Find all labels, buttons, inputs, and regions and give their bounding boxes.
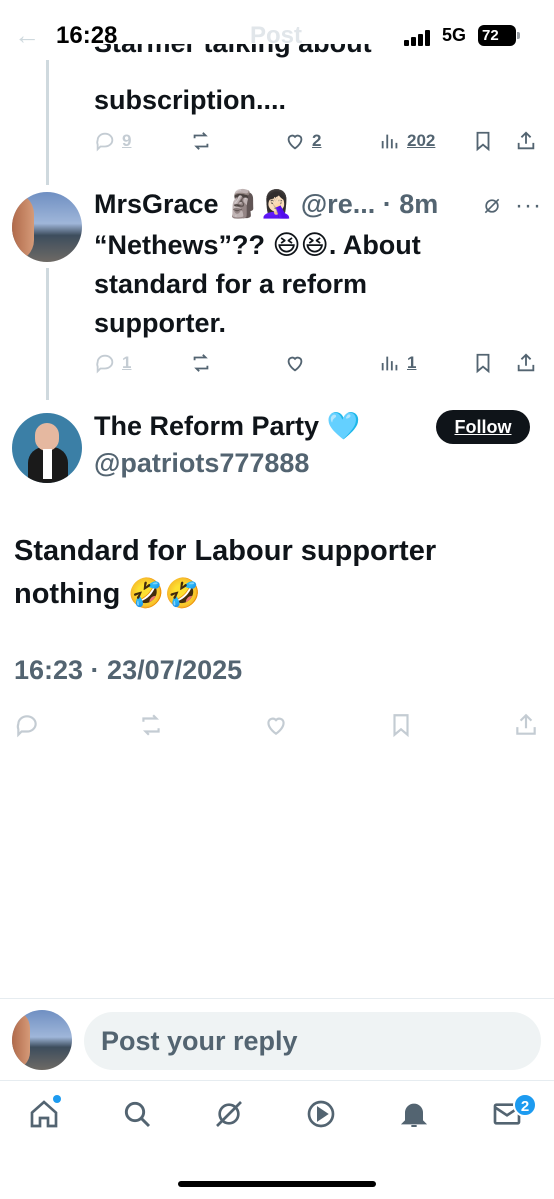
reply-icon — [96, 132, 114, 152]
home-unread-dot — [53, 1095, 61, 1103]
nav-grok[interactable] — [213, 1098, 249, 1134]
grok-icon — [216, 1101, 242, 1127]
views-button[interactable]: 202 — [379, 130, 435, 152]
bookmark-icon — [476, 131, 490, 152]
author-name[interactable]: MrsGrace — [94, 189, 219, 219]
repost-button[interactable] — [190, 352, 212, 374]
author-handle[interactable]: @patriots777888 — [94, 448, 309, 479]
post-text: Standard for Labour supporter nothing 🤣🤣 — [14, 535, 437, 610]
share-button[interactable] — [515, 352, 537, 374]
nav-video[interactable] — [305, 1098, 341, 1134]
nav-search[interactable] — [121, 1098, 157, 1134]
search-icon — [124, 1101, 151, 1128]
author-line: MrsGrace 🗿🤦🏻‍♀️ @re... · 8m — [94, 188, 438, 220]
avatar[interactable] — [12, 192, 82, 262]
avatar[interactable] — [12, 413, 82, 483]
repost-icon — [193, 132, 209, 150]
repost-icon — [193, 354, 209, 372]
like-button[interactable] — [284, 352, 306, 374]
nav-notifications[interactable] — [398, 1098, 434, 1134]
grok-icon[interactable] — [482, 196, 502, 221]
views-button[interactable]: 1 — [379, 352, 416, 374]
post-timestamp: 16:23 · 23/07/2025 — [14, 655, 243, 685]
heart-icon — [287, 134, 303, 150]
bookmark-icon — [476, 353, 490, 374]
bottom-nav — [0, 1088, 554, 1148]
reply-button[interactable]: 9 — [94, 130, 131, 152]
tweet-text: “Nethews”?? 😆😆. About standard for a ref… — [94, 230, 421, 338]
divider — [0, 998, 554, 999]
back-arrow-icon[interactable]: ← — [14, 20, 40, 51]
reply-icon — [16, 715, 37, 738]
reply-icon — [96, 354, 114, 374]
author-emoji: 🗿🤦🏻‍♀️ — [226, 189, 294, 219]
share-icon — [517, 131, 535, 150]
divider — [0, 1080, 554, 1081]
bell-icon — [400, 1103, 428, 1127]
bookmark-button[interactable] — [472, 130, 494, 152]
bookmark-button[interactable] — [472, 352, 494, 374]
share-icon — [517, 353, 535, 372]
home-indicator — [178, 1181, 376, 1187]
tweet-text: subscription.... — [94, 85, 287, 115]
repost-icon — [142, 714, 160, 736]
signal-icon — [404, 30, 434, 46]
play-icon — [307, 1100, 335, 1128]
heart-icon — [287, 356, 303, 372]
author-emoji: 🩵 — [326, 411, 361, 441]
bookmark-icon — [393, 714, 409, 738]
thread-line — [46, 268, 49, 400]
network-label: 5G — [442, 25, 467, 45]
views-icon — [381, 134, 398, 149]
like-button[interactable]: 2 — [284, 130, 321, 152]
battery-tip — [517, 32, 520, 39]
share-button[interactable] — [515, 130, 537, 152]
post-actions — [0, 712, 554, 748]
thread-line — [46, 60, 49, 185]
reply-avatar — [12, 1010, 72, 1070]
battery-icon: 72 — [478, 25, 516, 46]
reply-button[interactable] — [14, 712, 40, 738]
bookmark-button[interactable] — [388, 712, 414, 738]
like-button[interactable] — [263, 712, 289, 738]
more-icon[interactable]: ··· — [515, 192, 542, 220]
share-button[interactable] — [513, 712, 539, 738]
views-icon — [381, 356, 398, 371]
heart-icon — [267, 717, 285, 735]
tweet-actions: 1 1 — [94, 352, 539, 382]
follow-button[interactable]: Follow — [436, 410, 530, 444]
nav-home[interactable] — [28, 1098, 64, 1134]
tweet-actions: 9 2 202 — [94, 130, 539, 160]
reply-input[interactable]: Post your reply — [84, 1012, 541, 1070]
tweet-text-clipped: Starmer talking about — [94, 44, 372, 64]
author-name[interactable]: The Reform Party — [94, 411, 319, 441]
share-icon — [516, 713, 536, 735]
repost-button[interactable] — [138, 712, 164, 738]
reply-button[interactable]: 1 — [94, 352, 131, 374]
author-line: The Reform Party 🩵 — [94, 410, 360, 442]
handle-time: @re... · 8m — [300, 189, 439, 219]
messages-badge: 2 — [513, 1093, 537, 1117]
repost-button[interactable] — [190, 130, 212, 152]
